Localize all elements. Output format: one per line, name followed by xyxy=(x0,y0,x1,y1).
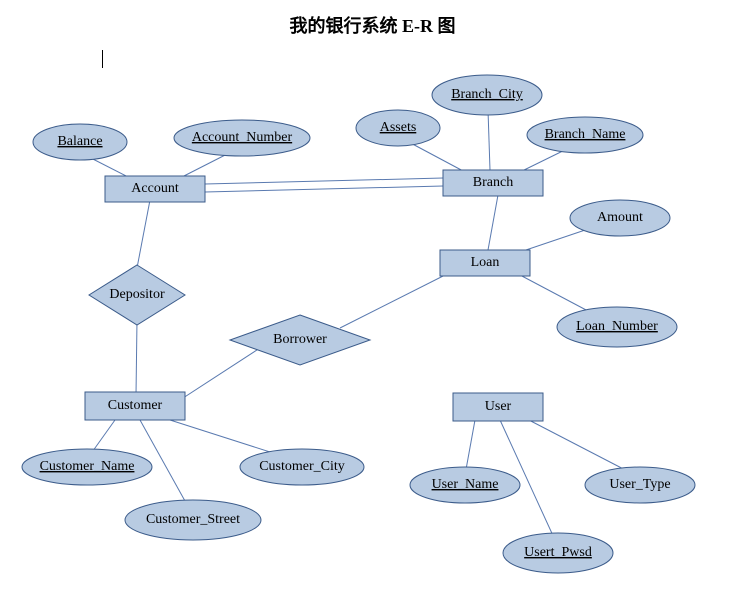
conn-account-branch-1 xyxy=(205,178,443,184)
attr-customer-street-label: Customer_Street xyxy=(146,512,240,527)
attr-branch-name-label: Branch_Name xyxy=(545,127,626,142)
er-diagram: Balance Account_Number Assets Branch_Cit… xyxy=(0,0,745,598)
conn-account-depositor xyxy=(137,200,150,268)
attr-customer-city-label: Customer_City xyxy=(259,459,345,474)
attr-amount-label: Amount xyxy=(597,210,643,225)
entity-user-label: User xyxy=(485,399,512,414)
attr-usert-pwsd-label: Usert_Pwsd xyxy=(524,545,592,560)
entity-customer-label: Customer xyxy=(108,398,163,413)
conn-account-branch-2 xyxy=(205,186,443,192)
rel-borrower-label: Borrower xyxy=(273,332,327,347)
conn-depositor-customer xyxy=(136,320,137,395)
attr-branch-city-label: Branch_City xyxy=(451,87,523,102)
attr-balance-label: Balance xyxy=(57,134,102,149)
rel-depositor-label: Depositor xyxy=(109,287,165,302)
entity-loan-label: Loan xyxy=(471,255,500,270)
conn-branch-branchcity xyxy=(488,110,490,170)
entity-account-label: Account xyxy=(131,181,179,196)
conn-branch-loan xyxy=(488,195,498,250)
attr-customer-name-label: Customer_Name xyxy=(40,459,135,474)
conn-user-usertype xyxy=(525,418,635,475)
attr-assets-label: Assets xyxy=(380,120,417,135)
attr-loan-number-label: Loan_Number xyxy=(576,319,658,334)
attr-user-name-label: User_Name xyxy=(432,477,499,492)
entity-branch-label: Branch xyxy=(473,175,513,190)
attr-user-type-label: User_Type xyxy=(609,477,670,492)
conn-customer-borrower xyxy=(180,348,260,400)
conn-borrower-loan xyxy=(340,270,455,328)
attr-account-number-label: Account_Number xyxy=(192,130,293,145)
